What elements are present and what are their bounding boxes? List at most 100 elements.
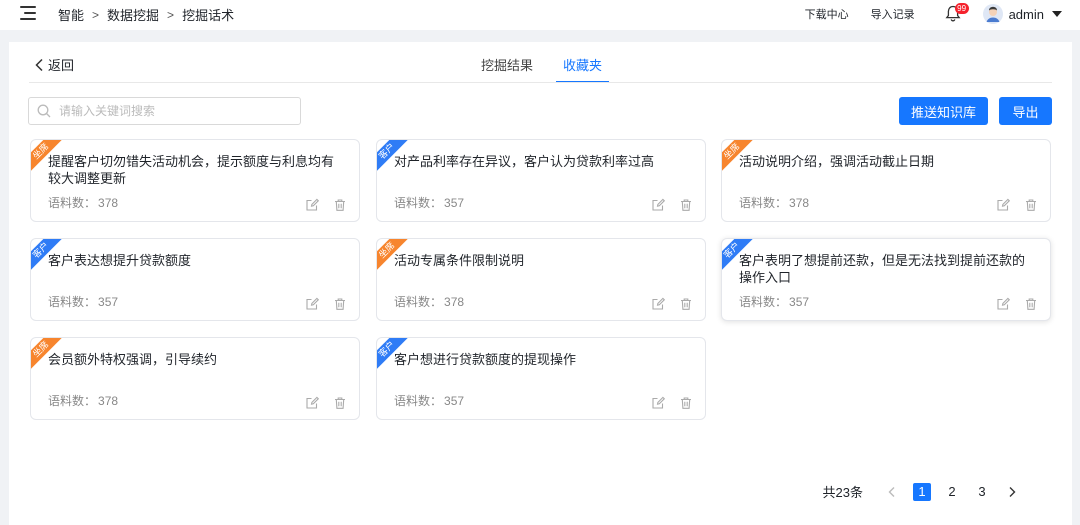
breadcrumb-separator-icon: > — [167, 7, 175, 22]
edit-icon[interactable] — [651, 198, 665, 212]
delete-icon[interactable] — [679, 198, 693, 212]
corpus-count-value: 357 — [444, 196, 465, 210]
corpus-count-label: 语料数： — [739, 295, 788, 309]
favorite-card[interactable]: 客户 客户表达想提升贷款额度 语料数： 357 — [30, 238, 360, 321]
card-title: 对产品利率存在异议，客户认为贷款利率过高 — [394, 154, 655, 169]
breadcrumb-item[interactable]: 智能 — [58, 5, 84, 24]
page-1-button[interactable]: 1 — [913, 482, 931, 501]
corpus-count-value: 378 — [789, 196, 810, 210]
edit-icon[interactable] — [305, 297, 319, 311]
card-title: 客户表达想提升贷款额度 — [48, 253, 192, 268]
breadcrumb-item[interactable]: 数据挖掘 — [107, 5, 159, 24]
card-actions — [291, 198, 347, 212]
corpus-count-value: 357 — [444, 394, 465, 408]
import-records-link[interactable]: 导入记录 — [871, 6, 915, 22]
card-title: 活动说明介绍，强调活动截止日期 — [739, 154, 935, 169]
corpus-count-label: 语料数： — [394, 394, 443, 408]
card-title: 客户想进行贷款额度的提现操作 — [394, 352, 577, 367]
top-bar: 智能 > 数据挖掘 > 挖掘话术 下载中心 导入记录 99 admin — [0, 0, 1080, 30]
edit-icon[interactable] — [651, 396, 665, 410]
corpus-count: 语料数： 378 — [48, 194, 118, 211]
edit-icon[interactable] — [651, 297, 665, 311]
tab-bar: 挖掘结果 收藏夹 — [481, 42, 632, 83]
favorite-card[interactable]: 客户 对产品利率存在异议，客户认为贷款利率过高 语料数： 357 — [376, 139, 706, 222]
page-2-button[interactable]: 2 — [943, 483, 961, 501]
breadcrumb-separator-icon: > — [92, 7, 100, 22]
next-page-icon[interactable] — [1005, 485, 1019, 499]
download-center-link[interactable]: 下载中心 — [805, 6, 849, 22]
corpus-count-label: 语料数： — [48, 196, 97, 210]
corpus-count-label: 语料数： — [48, 295, 97, 309]
edit-icon[interactable] — [305, 396, 319, 410]
user-name[interactable]: admin — [1009, 7, 1044, 22]
corpus-count-value: 378 — [444, 295, 465, 309]
corpus-count-value: 378 — [98, 394, 119, 408]
tab-divider — [29, 82, 1052, 83]
notification-bell-icon[interactable]: 99 — [945, 3, 969, 23]
search-icon — [37, 104, 51, 118]
favorite-card[interactable]: 坐席 活动说明介绍，强调活动截止日期 语料数： 378 — [721, 139, 1051, 222]
delete-icon[interactable] — [333, 396, 347, 410]
chevron-left-icon — [35, 58, 43, 71]
favorite-card[interactable]: 坐席 提醒客户切勿错失活动机会，提示额度与利息均有较大调整更新 语料数： 378 — [30, 139, 360, 222]
delete-icon[interactable] — [333, 297, 347, 311]
corpus-count-label: 语料数： — [48, 394, 97, 408]
corpus-count-value: 357 — [789, 295, 810, 309]
main-panel: 返回 挖掘结果 收藏夹 推送知识库 导出 坐席提醒客户切勿错失活动机会，提示额度… — [9, 42, 1072, 525]
corpus-count-label: 语料数： — [739, 196, 788, 210]
delete-icon[interactable] — [333, 198, 347, 212]
card-actions — [637, 297, 693, 311]
prev-page-icon[interactable] — [885, 485, 899, 499]
card-actions — [291, 396, 347, 410]
search-box — [28, 97, 301, 125]
pagination: 共23条 1 2 3 — [823, 482, 1027, 501]
card-actions — [637, 198, 693, 212]
favorite-card[interactable]: 坐席 会员额外特权强调，引导续约 语料数： 378 — [30, 337, 360, 420]
corpus-count-value: 357 — [98, 295, 119, 309]
edit-icon[interactable] — [996, 297, 1010, 311]
card-actions — [291, 297, 347, 311]
avatar[interactable] — [982, 4, 1003, 24]
menu-fold-icon[interactable] — [20, 6, 36, 20]
favorite-card[interactable]: 客户 客户表明了想提前还款，但是无法找到提前还款的操作入口 语料数： 357 — [721, 238, 1051, 321]
favorite-card[interactable]: 客户 客户想进行贷款额度的提现操作 语料数： 357 — [376, 337, 706, 420]
back-label: 返回 — [48, 58, 75, 73]
user-avatar-icon — [982, 4, 1003, 24]
edit-icon[interactable] — [305, 198, 319, 212]
delete-icon[interactable] — [679, 396, 693, 410]
page-3-button[interactable]: 3 — [973, 483, 991, 501]
caret-down-icon[interactable] — [1052, 11, 1062, 17]
breadcrumb: 智能 > 数据挖掘 > 挖掘话术 — [58, 5, 234, 24]
corpus-count: 语料数： 357 — [394, 392, 464, 409]
corpus-count: 语料数： 378 — [739, 194, 809, 211]
corpus-count: 语料数： 378 — [394, 293, 464, 310]
edit-icon[interactable] — [996, 198, 1010, 212]
delete-icon[interactable] — [1024, 297, 1038, 311]
pagination-total: 共23条 — [822, 485, 863, 500]
notification-badge: 99 — [954, 3, 969, 14]
delete-icon[interactable] — [1024, 198, 1038, 212]
card-title: 会员额外特权强调，引导续约 — [48, 352, 218, 367]
card-title: 客户表明了想提前还款，但是无法找到提前还款的操作入口 — [739, 253, 1026, 285]
card-title: 活动专属条件限制说明 — [394, 253, 525, 268]
search-input[interactable] — [59, 104, 289, 118]
favorite-card[interactable]: 坐席 活动专属条件限制说明 语料数： 378 — [376, 238, 706, 321]
corpus-count: 语料数： 357 — [394, 194, 464, 211]
card-actions — [982, 297, 1038, 311]
corpus-count: 语料数： 357 — [48, 293, 118, 310]
card-title: 提醒客户切勿错失活动机会，提示额度与利息均有较大调整更新 — [48, 154, 335, 186]
corpus-count: 语料数： 357 — [739, 293, 809, 310]
tab-favorites[interactable]: 收藏夹 — [556, 42, 610, 83]
export-button[interactable]: 导出 — [999, 97, 1052, 125]
header-actions: 下载中心 导入记录 99 admin — [783, 3, 1062, 24]
push-to-knowledge-base-button[interactable]: 推送知识库 — [899, 97, 988, 125]
delete-icon[interactable] — [679, 297, 693, 311]
card-actions — [982, 198, 1038, 212]
tab-mining-results[interactable]: 挖掘结果 — [481, 42, 533, 82]
back-button[interactable]: 返回 — [34, 55, 74, 74]
corpus-count-label: 语料数： — [394, 196, 443, 210]
card-actions — [637, 396, 693, 410]
corpus-count-label: 语料数： — [394, 295, 443, 309]
corpus-count: 语料数： 378 — [48, 392, 118, 409]
corpus-count-value: 378 — [98, 196, 119, 210]
